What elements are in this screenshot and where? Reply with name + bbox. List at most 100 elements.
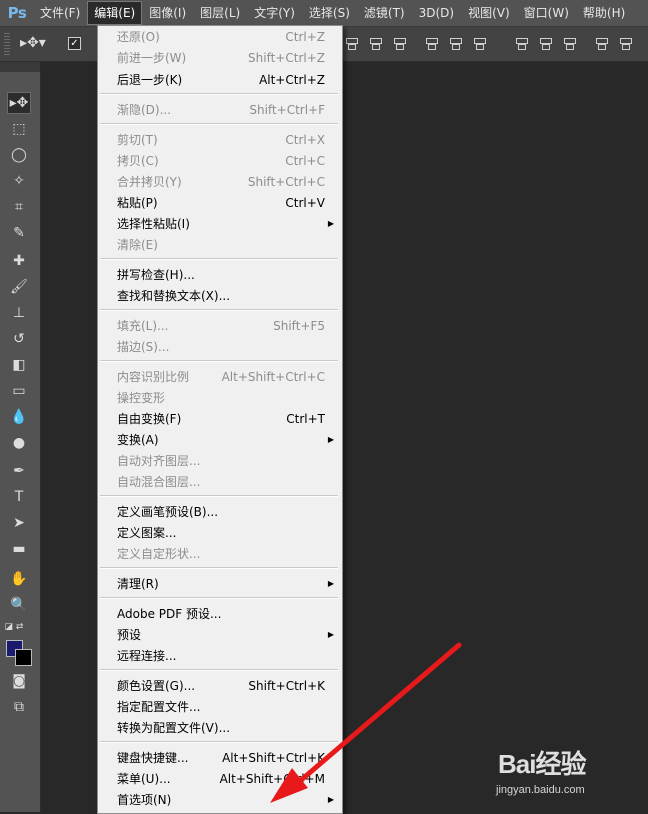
menu-item-keyboard-shortcuts[interactable]: 键盘快捷键... Alt+Shift+Ctrl+K — [98, 748, 342, 768]
zoom-tool-icon[interactable]: 🔍 — [7, 594, 31, 616]
menu-separator — [100, 360, 338, 362]
menu-item-label: 颜色设置(G)... — [117, 679, 196, 693]
distribute-vcenter-icon[interactable] — [538, 36, 552, 50]
menu-item-label: 自动混合图层... — [117, 475, 201, 489]
menu-item-find-replace-text[interactable]: 查找和替换文本(X)... — [98, 286, 342, 306]
menu-item-paste-special[interactable]: 选择性粘贴(I) ▶ — [98, 214, 342, 234]
brush-tool-icon[interactable]: 🖌 — [7, 276, 31, 298]
healing-brush-icon[interactable]: ✚ — [7, 250, 31, 272]
menu-view[interactable]: 视图(V) — [462, 2, 516, 24]
type-tool-icon[interactable]: T — [7, 486, 31, 508]
menu-layer[interactable]: 图层(L) — [194, 2, 246, 24]
align-hcenter-icon[interactable] — [448, 36, 462, 50]
menu-item-label: 剪切(T) — [117, 133, 158, 147]
menu-item-remote-connections[interactable]: 远程连接... — [98, 646, 342, 666]
options-grip[interactable] — [4, 33, 10, 55]
menu-item-assign-profile[interactable]: 指定配置文件... — [98, 697, 342, 717]
menu-item-label: 转换为配置文件(V)... — [117, 721, 231, 735]
menu-item-convert-to-profile[interactable]: 转换为配置文件(V)... — [98, 718, 342, 738]
menu-help[interactable]: 帮助(H) — [577, 2, 631, 24]
submenu-arrow-icon: ▶ — [327, 579, 334, 588]
dodge-tool-icon[interactable]: ● — [7, 432, 31, 454]
gradient-icon[interactable]: ▭ — [7, 380, 31, 402]
distribute-left-icon[interactable] — [594, 36, 608, 50]
screen-mode-icon[interactable]: ⧉ — [7, 696, 31, 718]
edit-menu-dropdown: 还原(O) Ctrl+Z 前进一步(W) Shift+Ctrl+Z 后退一步(K) Alt… — [97, 25, 343, 814]
eraser-icon[interactable]: ◧ — [7, 354, 31, 376]
history-brush-icon[interactable]: ↺ — [7, 328, 31, 350]
menu-item-shortcut: Ctrl+T — [286, 412, 325, 426]
menu-bar: Ps 文件(F) 编辑(E) 图像(I) 图层(L) 文字(Y) 选择(S) 滤… — [0, 0, 648, 27]
menu-item-define-pattern[interactable]: 定义图案... — [98, 523, 342, 543]
menu-item-label: 还原(O) — [117, 30, 160, 44]
menu-item-shortcut: Shift+F5 — [273, 319, 325, 333]
menu-separator — [100, 258, 338, 260]
hand-tool-icon[interactable]: ✋ — [7, 568, 31, 590]
magic-wand-icon[interactable]: ✧ — [7, 170, 31, 192]
menu-item-stroke: 描边(S)... — [98, 337, 342, 357]
marquee-tool-icon[interactable]: ⬚ — [7, 118, 31, 140]
menu-item-preferences[interactable]: 首选项(N) ▶ — [98, 790, 342, 810]
lasso-tool-icon[interactable]: ◯ — [7, 144, 31, 166]
menu-window[interactable]: 窗口(W) — [518, 2, 575, 24]
menu-item-menus[interactable]: 菜单(U)... Alt+Shift+Ctrl+M — [98, 769, 342, 789]
shape-tool-icon[interactable]: ▬ — [7, 538, 31, 560]
watermark-title: Bai经验 — [498, 749, 586, 779]
auto-select-checkbox[interactable]: ✓ — [68, 37, 81, 50]
menu-item-adobe-pdf-presets[interactable]: Adobe PDF 预设... — [98, 604, 342, 624]
menu-item-label: 拼写检查(H)... — [117, 268, 195, 282]
menu-item-purge[interactable]: 清理(R) ▶ — [98, 574, 342, 594]
menu-item-define-brush-preset[interactable]: 定义画笔预设(B)... — [98, 502, 342, 522]
menu-item-paste[interactable]: 粘贴(P) Ctrl+V — [98, 193, 342, 213]
menu-item-label: 指定配置文件... — [117, 700, 201, 714]
default-colors-icon[interactable]: ◪ ⇄ — [2, 616, 26, 638]
menu-separator — [100, 309, 338, 311]
menu-item-undo: 还原(O) Ctrl+Z — [98, 27, 342, 47]
menu-item-step-backward[interactable]: 后退一步(K) Alt+Ctrl+Z — [98, 70, 342, 90]
menu-item-label: 定义图案... — [117, 526, 177, 540]
pen-tool-icon[interactable]: ✒ — [7, 460, 31, 482]
menu-item-shortcut: Ctrl+V — [285, 196, 325, 210]
align-left-icon[interactable] — [424, 36, 438, 50]
menu-item-fill: 填充(L)... Shift+F5 — [98, 316, 342, 336]
menu-item-transform[interactable]: 变换(A) ▶ — [98, 430, 342, 450]
menu-item-check-spelling[interactable]: 拼写检查(H)... — [98, 265, 342, 285]
move-tool-preset-icon[interactable]: ▸✥▾ — [20, 35, 46, 53]
eyedropper-icon[interactable]: ✎ — [7, 222, 31, 244]
align-vcenter-icon[interactable] — [368, 36, 382, 50]
crop-tool-icon[interactable]: ⌗ — [7, 196, 31, 218]
menu-file[interactable]: 文件(F) — [34, 2, 86, 24]
align-bottom-icon[interactable] — [392, 36, 406, 50]
distribute-top-icon[interactable] — [514, 36, 528, 50]
clone-stamp-icon[interactable]: ⊥ — [7, 302, 31, 324]
align-right-icon[interactable] — [472, 36, 486, 50]
menu-separator — [100, 669, 338, 671]
menu-item-clear: 清除(E) — [98, 235, 342, 255]
distribute-bottom-icon[interactable] — [562, 36, 576, 50]
quick-mask-icon[interactable]: ◙ — [7, 670, 31, 692]
menu-select[interactable]: 选择(S) — [303, 2, 356, 24]
distribute-hcenter-icon[interactable] — [618, 36, 632, 50]
menu-item-label: 定义自定形状... — [117, 547, 201, 561]
menu-edit[interactable]: 编辑(E) — [87, 1, 143, 25]
menu-item-free-transform[interactable]: 自由变换(F) Ctrl+T — [98, 409, 342, 429]
menu-item-label: Adobe PDF 预设... — [117, 607, 222, 621]
align-top-icon[interactable] — [344, 36, 358, 50]
menu-item-label: 查找和替换文本(X)... — [117, 289, 231, 303]
menu-item-color-settings[interactable]: 颜色设置(G)... Shift+Ctrl+K — [98, 676, 342, 696]
background-color-swatch[interactable] — [15, 649, 32, 666]
menu-type[interactable]: 文字(Y) — [248, 2, 301, 24]
menu-3d[interactable]: 3D(D) — [413, 2, 460, 24]
menu-item-label: 清除(E) — [117, 238, 158, 252]
menu-item-label: 填充(L)... — [117, 319, 169, 333]
menu-filter[interactable]: 滤镜(T) — [358, 2, 411, 24]
move-tool-icon[interactable]: ▸✥ — [7, 92, 31, 114]
menu-item-label: 自动对齐图层... — [117, 454, 201, 468]
blur-tool-icon[interactable]: 💧 — [7, 406, 31, 428]
path-selection-icon[interactable]: ➤ — [7, 512, 31, 534]
menu-image[interactable]: 图像(I) — [143, 2, 192, 24]
align-buttons — [344, 36, 486, 50]
menu-item-presets[interactable]: 预设 ▶ — [98, 625, 342, 645]
menu-item-label: 内容识别比例 — [117, 370, 190, 384]
toolbar-collapse-bar[interactable] — [0, 62, 40, 72]
